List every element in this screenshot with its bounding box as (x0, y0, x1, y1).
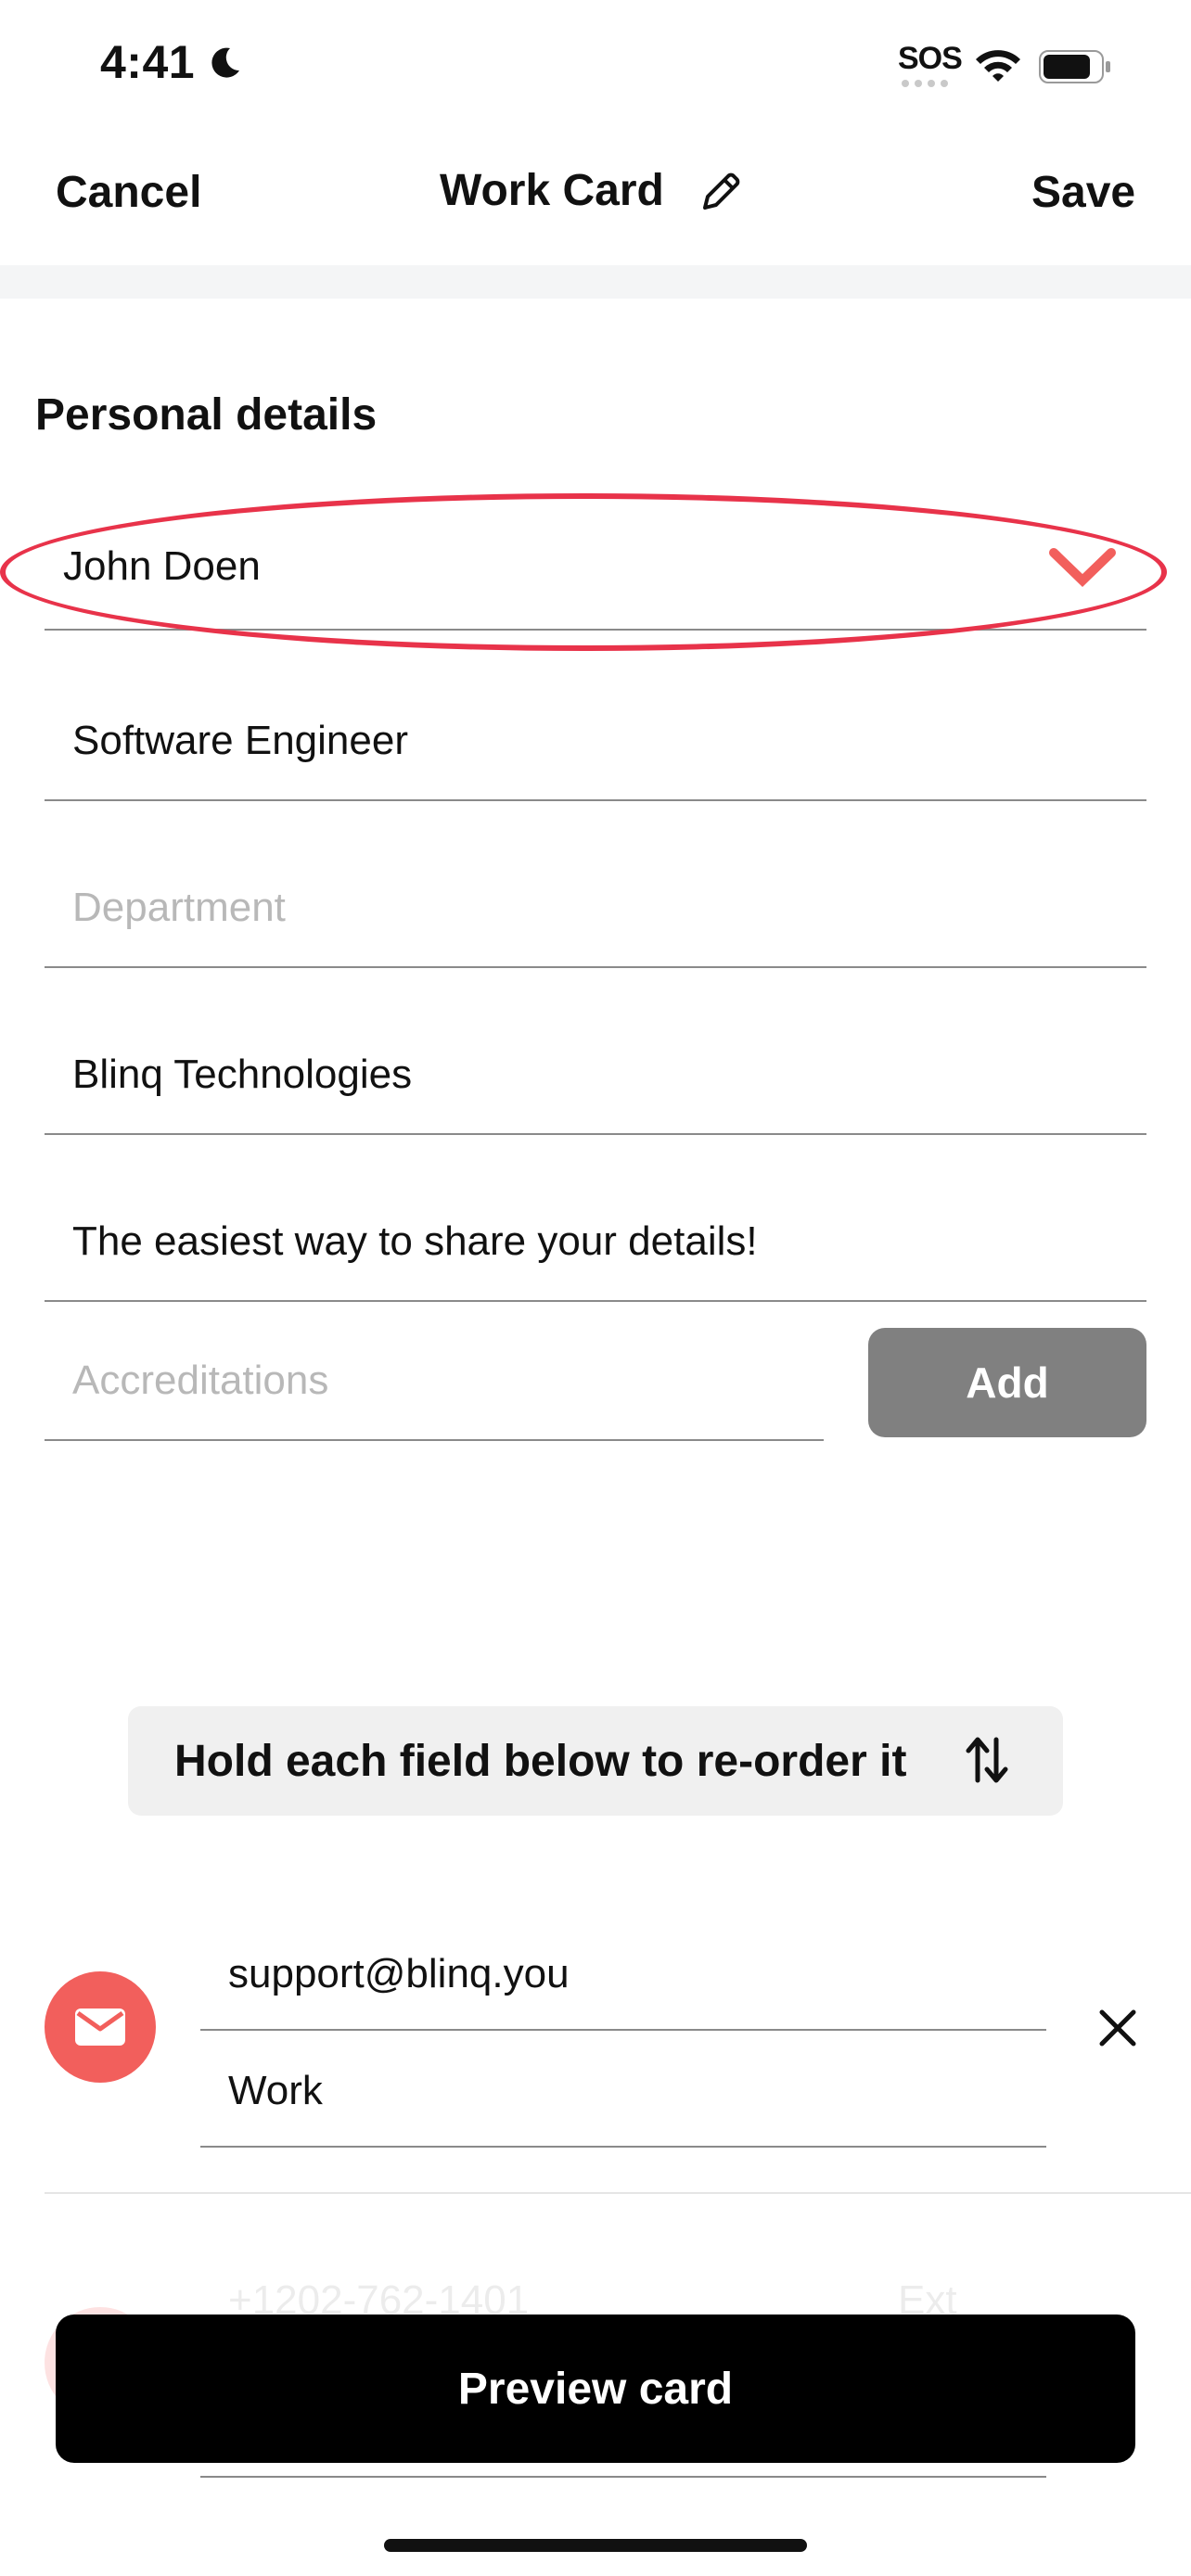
email-label-field[interactable]: Work (200, 2049, 1046, 2148)
wifi-icon (974, 48, 1022, 88)
edit-title-icon[interactable] (698, 169, 744, 220)
headline-field[interactable]: The easiest way to share your details! (45, 1205, 1146, 1302)
save-button[interactable]: Save (1031, 167, 1135, 218)
email-value-field[interactable]: support@blinq.you (200, 1932, 1046, 2031)
card-title: Work Card (440, 166, 664, 215)
preview-card-button[interactable]: Preview card (56, 2315, 1135, 2463)
section-title-personal-details: Personal details (35, 390, 378, 440)
accreditations-field[interactable]: Accreditations (45, 1345, 824, 1441)
moon-icon (206, 45, 243, 86)
sos-indicator: SOS (898, 41, 963, 76)
close-icon[interactable] (1096, 2007, 1139, 2054)
status-time: 4:41 (100, 36, 196, 88)
company-value: Blinq Technologies (72, 1052, 413, 1097)
phone-field-underline (200, 2476, 1046, 2478)
cancel-button[interactable]: Cancel (56, 167, 201, 218)
email-icon (45, 1971, 156, 2083)
accreditations-placeholder: Accreditations (72, 1358, 329, 1403)
header-divider (0, 265, 1191, 299)
company-field[interactable]: Blinq Technologies (45, 1039, 1146, 1135)
department-field[interactable]: Department (45, 872, 1146, 968)
highlight-annotation (0, 493, 1167, 651)
reorder-icon (965, 1734, 1009, 1791)
signal-dots (902, 80, 948, 87)
entry-divider (45, 2192, 1191, 2194)
job-title-field[interactable]: Software Engineer (45, 705, 1146, 801)
headline-value: The easiest way to share your details! (72, 1218, 758, 1264)
job-title-value: Software Engineer (72, 718, 408, 763)
chevron-down-icon[interactable] (1048, 547, 1117, 593)
home-indicator[interactable] (384, 2539, 807, 2552)
department-placeholder: Department (72, 885, 286, 930)
email-value: support@blinq.you (228, 1951, 570, 1996)
add-accreditation-button[interactable]: Add (868, 1328, 1146, 1437)
reorder-hint-text: Hold each field below to re-order it (174, 1736, 907, 1786)
battery-icon (1039, 50, 1113, 88)
reorder-hint: Hold each field below to re-order it (128, 1706, 1063, 1816)
email-label: Work (228, 2068, 323, 2113)
